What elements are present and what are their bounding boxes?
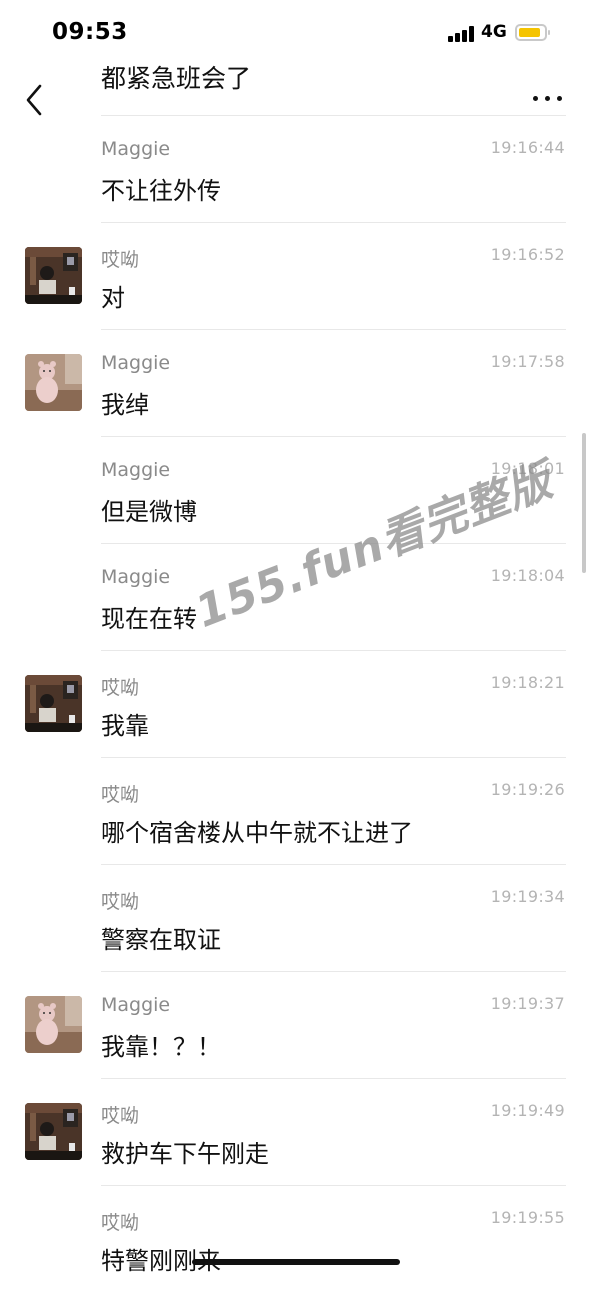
message-text: 我绰 [101,391,149,419]
status-bar: 09:53 4G [0,0,591,64]
home-indicator [192,1259,400,1265]
message-text: 警察在取证 [101,926,221,954]
message-row[interactable]: 哎呦 19:19:26 哪个宿舍楼从中午就不让进了 [0,758,591,865]
message-time: 19:18:04 [490,566,565,585]
message-time: 19:19:49 [490,1101,565,1120]
message-sender: 哎呦 [101,249,140,271]
message-sender: 哎呦 [101,1105,140,1127]
avatar[interactable] [25,247,82,304]
signal-icon [448,26,476,42]
avatar[interactable] [25,354,82,411]
message-row[interactable]: 哎呦 19:19:49 救护车下午刚走 [0,1079,591,1186]
more-options-button[interactable] [528,88,568,108]
message-row[interactable]: 哎呦 19:16:52 对 [0,223,591,330]
message-time: 19:18:21 [490,673,565,692]
avatar[interactable] [25,1103,82,1160]
message-sender: 哎呦 [101,784,140,806]
message-time: 19:16:52 [490,245,565,264]
scrollbar[interactable] [582,433,586,573]
status-time: 09:53 [52,19,128,45]
message-text: 但是微博 [101,498,197,526]
message-row[interactable]: 哎呦 19:18:21 我靠 [0,651,591,758]
message-sender: Maggie [101,352,171,374]
message-time: 19:19:34 [490,887,565,906]
message-time: 19:19:26 [490,780,565,799]
message-row[interactable]: 哎呦 19:19:34 警察在取证 [0,865,591,972]
message-sender: 哎呦 [101,891,140,913]
message-sender: 哎呦 [101,1212,140,1234]
message-text: 不让往外传 [101,177,221,205]
message-time: 19:16:44 [490,138,565,157]
message-time: 19:17:58 [490,352,565,371]
message-text: 救护车下午刚走 [101,1140,269,1168]
avatar[interactable] [25,675,82,732]
message-sender: Maggie [101,994,171,1016]
message-row[interactable]: Maggie 19:16:44 不让往外传 [0,116,591,223]
message-row[interactable]: Maggie 19:19:37 我靠！？！ [0,972,591,1079]
message-sender: 哎呦 [101,677,140,699]
message-time: 19:19:37 [490,994,565,1013]
message-sender: Maggie [101,459,171,481]
message-text: 现在在转 [101,605,197,633]
message-text: 我靠！？！ [101,1033,221,1061]
avatar[interactable] [25,996,82,1053]
message-row[interactable]: 哎呦 19:19:55 特警刚刚来 [0,1186,591,1293]
battery-icon [515,24,550,41]
message-time: 19:19:55 [490,1208,565,1227]
message-text: 对 [101,284,125,312]
message-text: 我靠 [101,712,149,740]
chevron-left-icon [26,84,42,116]
message-row[interactable]: Maggie 19:17:58 我绰 [0,330,591,437]
message-sender: Maggie [101,138,171,160]
more-dots-icon [533,96,538,101]
partial-message-text: 都紧急班会了 [101,64,252,93]
message-sender: Maggie [101,566,171,588]
message-text: 哪个宿舍楼从中午就不让进了 [101,819,413,847]
back-button[interactable] [20,80,52,120]
network-type: 4G [481,22,507,42]
